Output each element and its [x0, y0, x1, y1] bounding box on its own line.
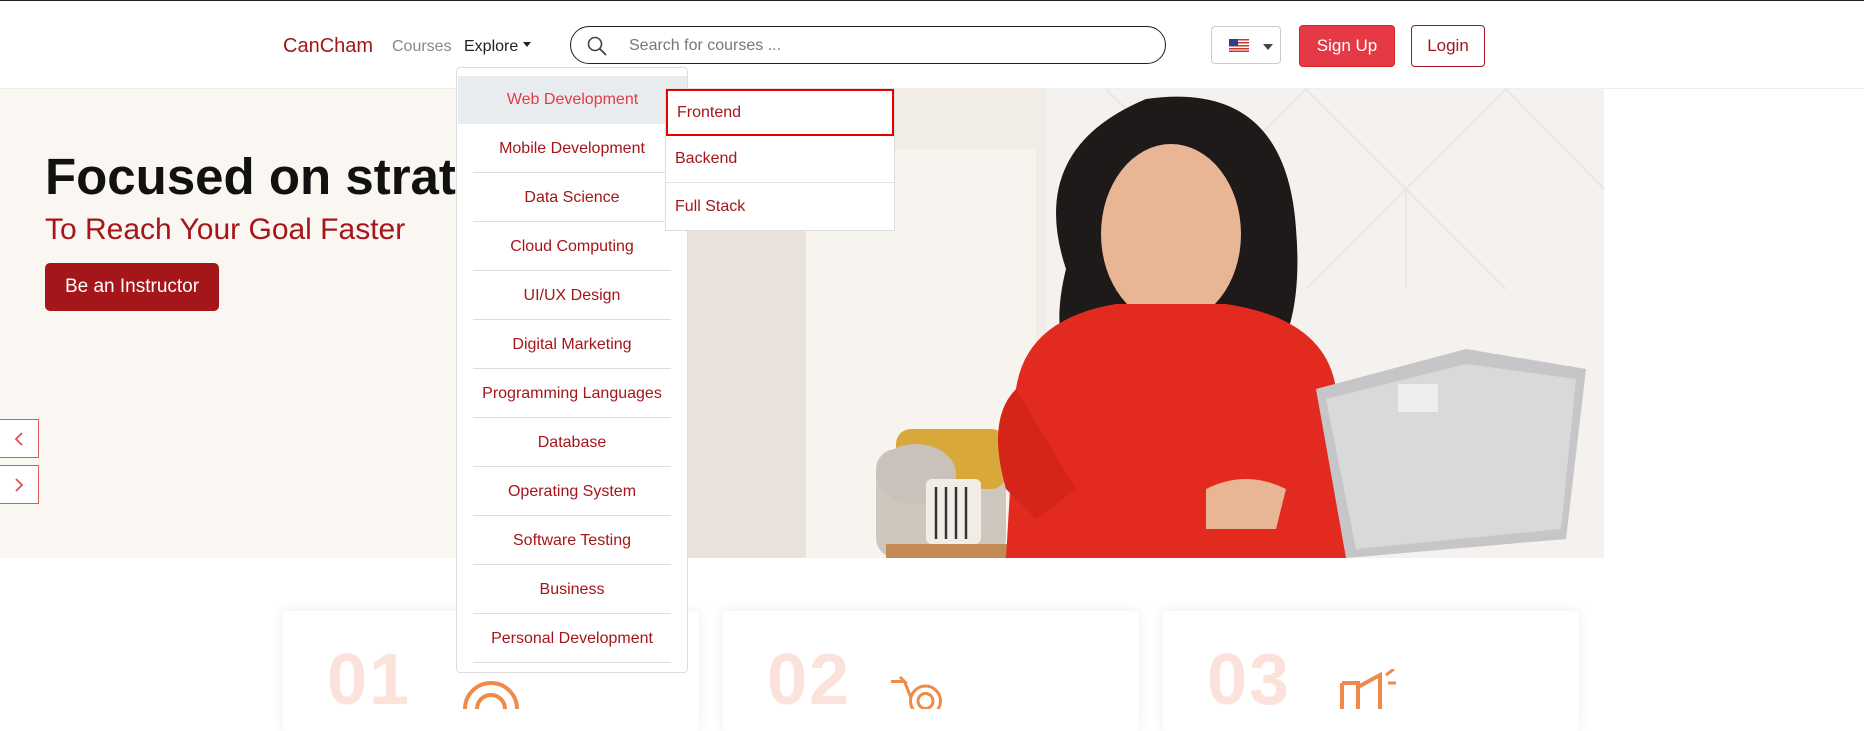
- menu-item-database[interactable]: Database: [473, 419, 671, 467]
- card-number: 03: [1207, 640, 1292, 720]
- menu-item-web-development[interactable]: Web Development: [458, 76, 687, 124]
- signup-button[interactable]: Sign Up: [1299, 25, 1395, 67]
- arrow-target-icon: [891, 675, 942, 709]
- caret-down-icon: [523, 42, 532, 48]
- submenu-item-full-stack[interactable]: Full Stack: [666, 183, 894, 230]
- feature-card: 03: [1163, 611, 1579, 731]
- login-button[interactable]: Login: [1411, 25, 1485, 67]
- nav-link-courses[interactable]: Courses: [392, 38, 452, 56]
- menu-item-business[interactable]: Business: [473, 566, 671, 614]
- submenu-item-frontend[interactable]: Frontend: [666, 89, 894, 136]
- explore-dropdown-menu: Web Development Mobile Development Data …: [456, 67, 688, 673]
- nav-explore-label: Explore: [464, 38, 519, 55]
- menu-item-digital-marketing[interactable]: Digital Marketing: [473, 321, 671, 369]
- menu-item-personal-development[interactable]: Personal Development: [473, 615, 671, 663]
- megaphone-icon: [1340, 669, 1396, 709]
- be-instructor-button[interactable]: Be an Instructor: [45, 263, 219, 311]
- card-number: 01: [327, 640, 412, 720]
- navbar: CanCham Courses Explore Sign Up Login: [0, 1, 1864, 89]
- web-development-submenu: Frontend Backend Full Stack: [665, 88, 895, 231]
- slider-prev-button[interactable]: [0, 419, 39, 458]
- us-flag-icon: [1229, 39, 1249, 52]
- search-icon: [587, 36, 607, 56]
- chevron-right-icon: [15, 477, 24, 492]
- menu-item-software-testing[interactable]: Software Testing: [473, 517, 671, 565]
- menu-item-operating-system[interactable]: Operating System: [473, 468, 671, 516]
- hero-subtitle: To Reach Your Goal Faster: [45, 213, 406, 246]
- feature-cards: 01 02 03: [0, 611, 1864, 731]
- card-number: 02: [767, 640, 852, 720]
- search-bar[interactable]: [570, 26, 1166, 65]
- menu-item-uiux-design[interactable]: UI/UX Design: [473, 272, 671, 320]
- submenu-item-backend[interactable]: Backend: [666, 136, 894, 183]
- search-input[interactable]: [627, 27, 1151, 65]
- nav-explore-dropdown[interactable]: Explore: [464, 38, 532, 56]
- menu-item-programming-languages[interactable]: Programming Languages: [473, 370, 671, 418]
- menu-item-data-science[interactable]: Data Science: [473, 174, 671, 222]
- feature-card: 02: [723, 611, 1139, 731]
- language-selector[interactable]: [1211, 26, 1281, 64]
- slider-next-button[interactable]: [0, 465, 39, 504]
- menu-item-cloud-computing[interactable]: Cloud Computing: [473, 223, 671, 271]
- chevron-left-icon: [14, 431, 23, 446]
- target-icon: [463, 681, 519, 709]
- menu-item-mobile-development[interactable]: Mobile Development: [473, 125, 671, 173]
- brand-logo[interactable]: CanCham: [283, 35, 373, 58]
- caret-down-icon: [1263, 44, 1273, 50]
